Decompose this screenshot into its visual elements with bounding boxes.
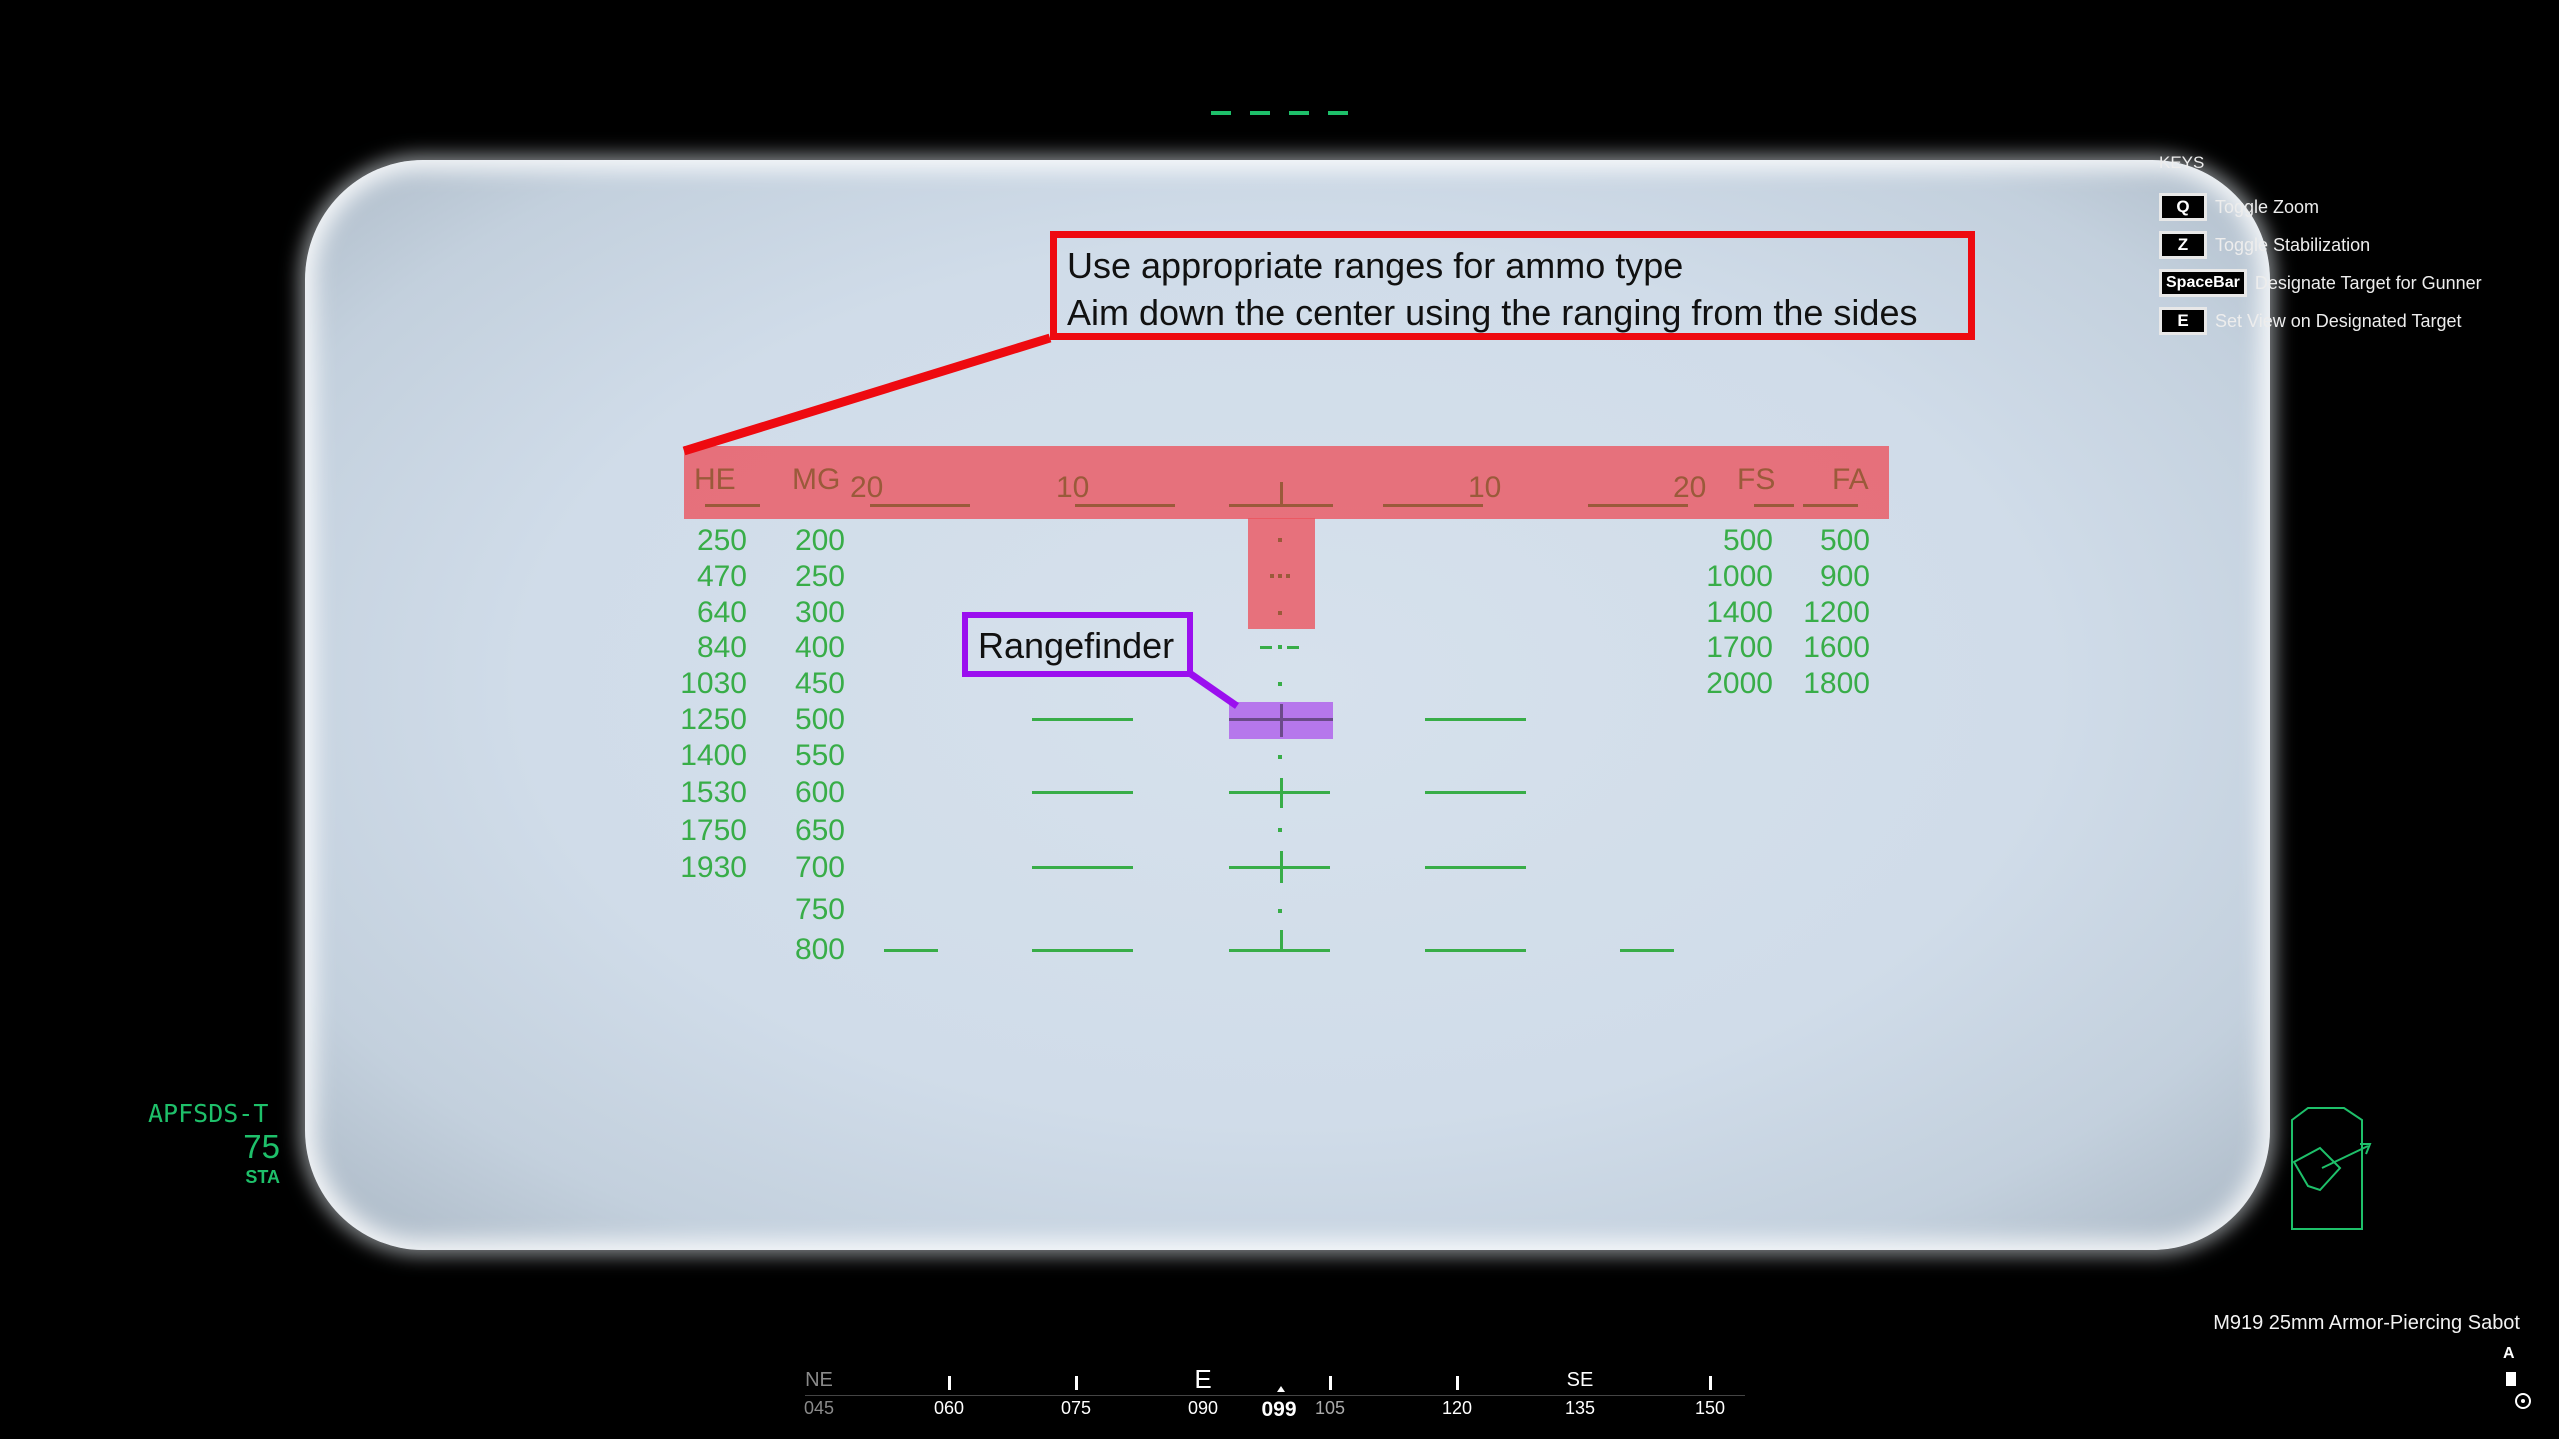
- instruction-line: Use appropriate ranges for ammo type: [1067, 245, 1684, 286]
- compass-tick: [1075, 1376, 1078, 1390]
- compass-tick: [1709, 1376, 1712, 1390]
- compass-degree: 045: [803, 1398, 835, 1418]
- key-e: E: [2159, 307, 2207, 335]
- ammo-count: 75: [243, 1128, 280, 1165]
- vehicle-status-icon: [2506, 1372, 2516, 1386]
- rangefinder-label: Rangefinder: [978, 625, 1175, 666]
- stabilization-mode: STA: [245, 1167, 280, 1187]
- target-icon: [2515, 1393, 2531, 1409]
- compass-baseline: [805, 1395, 1745, 1396]
- compass-tick: [1329, 1376, 1332, 1390]
- instruction-callout: Use appropriate ranges for ammo type Aim…: [1050, 231, 1975, 340]
- heading-caret-icon: [1277, 1386, 1285, 1392]
- key-binding-zoom: Q Toggle Zoom: [2159, 191, 2319, 223]
- instruction-pointer: [682, 333, 1052, 456]
- compass-tick: [948, 1376, 951, 1390]
- turret-direction-icon: [2291, 1107, 2372, 1230]
- key-z: Z: [2159, 231, 2207, 259]
- key-description: Toggle Zoom: [2215, 196, 2320, 217]
- instruction-line: Aim down the center using the ranging fr…: [1067, 292, 1918, 333]
- key-binding-stabilization: Z Toggle Stabilization: [2159, 229, 2370, 261]
- key-description: Designate Target for Gunner: [2254, 272, 2482, 293]
- key-description: Toggle Stabilization: [2215, 234, 2371, 255]
- compass-cardinal-ne: NE: [805, 1369, 833, 1391]
- keys-title: KEYS: [2159, 153, 2205, 172]
- compass-cardinal-e: E: [1194, 1364, 1212, 1394]
- rangefinder-pointer: [1186, 669, 1239, 709]
- key-description: Set View on Designated Target: [2215, 310, 2462, 331]
- compass-tick: [1456, 1376, 1459, 1390]
- mode-indicator: A: [2503, 1345, 2515, 1362]
- key-binding-set-view: E Set View on Designated Target: [2159, 305, 2462, 337]
- key-q: Q: [2159, 193, 2207, 221]
- ammo-name: M919 25mm Armor-Piercing Sabot: [2213, 1312, 2520, 1334]
- key-binding-designate: SpaceBar Designate Target for Gunner: [2159, 267, 2482, 299]
- rangefinder-callout: Rangefinder: [962, 612, 1193, 677]
- compass-degree: 105: [1314, 1398, 1346, 1418]
- compass-degree: 135: [1564, 1398, 1596, 1418]
- compass-degree: 060: [933, 1398, 965, 1418]
- compass-cardinal-se: SE: [1566, 1369, 1594, 1391]
- compass-degree: 090: [1187, 1398, 1219, 1418]
- key-spacebar: SpaceBar: [2159, 269, 2247, 297]
- compass-degree: 075: [1060, 1398, 1092, 1418]
- compass-degree: 120: [1441, 1398, 1473, 1418]
- ammo-type: APFSDS-T: [148, 1099, 269, 1128]
- current-heading: 099: [1249, 1398, 1309, 1422]
- compass-degree: 150: [1694, 1398, 1726, 1418]
